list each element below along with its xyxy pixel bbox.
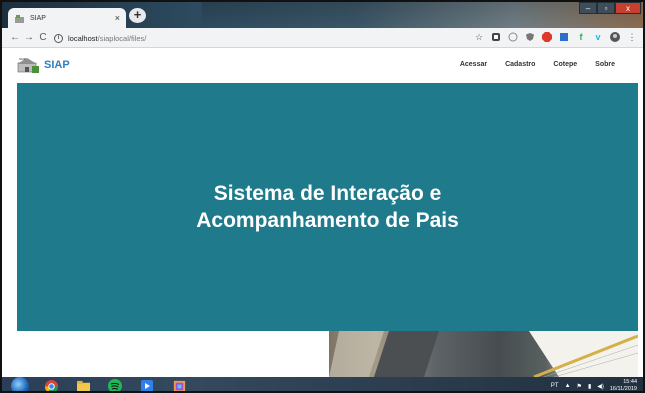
menu-item-sobre[interactable]: Sobre (595, 61, 615, 68)
svg-text:SIAP: SIAP (19, 57, 26, 61)
extension-icons: ☆ f v ⋮ (474, 32, 637, 42)
network-icon[interactable]: ▮ (588, 383, 591, 390)
browser-tab[interactable]: SIAP × (8, 8, 126, 28)
desk-photo-art (329, 331, 638, 377)
star-icon[interactable]: ☆ (474, 32, 484, 42)
vimeo-icon[interactable]: v (593, 32, 603, 42)
menu-item-cadastro[interactable]: Cadastro (505, 61, 535, 68)
volume-icon[interactable]: ◀) (597, 383, 604, 390)
menu-item-acessar[interactable]: Acessar (460, 61, 487, 68)
background-photo (202, 2, 642, 28)
web-page: SIAP SIAP Acessar Cadastro Cotepe Sobre … (2, 49, 643, 377)
tray-expand-icon[interactable]: ▲ (565, 383, 571, 389)
taskbar-ide-icon[interactable] (169, 378, 189, 391)
close-tab-icon[interactable]: × (115, 13, 120, 23)
reload-button[interactable]: C (36, 32, 50, 43)
clock[interactable]: 15:44 16/11/2019 (609, 379, 637, 392)
menu-icon[interactable]: ⋮ (627, 32, 637, 42)
bookmark-icon[interactable] (559, 32, 569, 42)
tab-title: SIAP (30, 14, 46, 22)
start-button[interactable] (11, 377, 29, 391)
screen: SIAP × + ‒ ▫ x ← → C i localhost/siaploc… (0, 0, 645, 393)
history-icon[interactable] (508, 32, 518, 42)
main-menu: Acessar Cadastro Cotepe Sobre (460, 61, 615, 68)
site-navbar: SIAP SIAP Acessar Cadastro Cotepe Sobre (2, 49, 643, 83)
back-button[interactable]: ← (8, 32, 22, 43)
maximize-button[interactable]: ▫ (597, 2, 615, 14)
pocket-icon[interactable] (491, 32, 501, 42)
url-path: /siaplocal/files/ (97, 33, 147, 43)
hero-photo (329, 331, 638, 377)
flag-icon[interactable]: ⚑ (577, 383, 582, 390)
menu-item-cotepe[interactable]: Cotepe (553, 61, 577, 68)
close-window-button[interactable]: x (615, 2, 641, 14)
taskbar-spotify-icon[interactable] (105, 378, 125, 391)
windows-taskbar: PT ▲ ⚑ ▮ ◀) 15:44 16/11/2019 (2, 377, 643, 392)
school-logo-icon: SIAP (17, 57, 39, 73)
url-host: localhost (68, 33, 98, 43)
logo-text: SIAP (44, 59, 70, 71)
hero-title: Sistema de Interação e Acompanhamento de… (196, 182, 459, 232)
window-controls: ‒ ▫ x (579, 2, 641, 14)
new-tab-button[interactable]: + (129, 8, 146, 23)
forward-button[interactable]: → (22, 32, 36, 43)
site-logo[interactable]: SIAP SIAP (16, 56, 70, 74)
siap-favicon-icon (15, 14, 24, 23)
feedly-icon[interactable]: f (576, 32, 586, 42)
hero-banner: Sistema de Interação e Acompanhamento de… (17, 83, 638, 331)
avatar-icon[interactable] (610, 32, 620, 42)
system-tray: PT ▲ ⚑ ▮ ◀) 15:44 16/11/2019 (551, 379, 637, 392)
browser-tab-bar: SIAP × + ‒ ▫ x (2, 2, 643, 28)
info-icon[interactable]: i (54, 33, 63, 43)
taskbar-media-icon[interactable] (137, 378, 157, 391)
clock-date: 16/11/2019 (609, 386, 637, 392)
taskbar-chrome-icon[interactable] (41, 378, 61, 391)
language-indicator[interactable]: PT (551, 383, 559, 389)
url-input[interactable]: i localhost/siaplocal/files/ (54, 31, 499, 45)
minimize-button[interactable]: ‒ (579, 2, 597, 14)
clock-time: 15:44 (623, 379, 637, 385)
shield-icon[interactable] (525, 32, 535, 42)
taskbar-explorer-icon[interactable] (73, 378, 93, 391)
adblock-icon[interactable] (542, 32, 552, 42)
address-bar: ← → C i localhost/siaplocal/files/ ☆ f v… (2, 28, 643, 48)
url-text: localhost/siaplocal/files/ (68, 34, 146, 43)
